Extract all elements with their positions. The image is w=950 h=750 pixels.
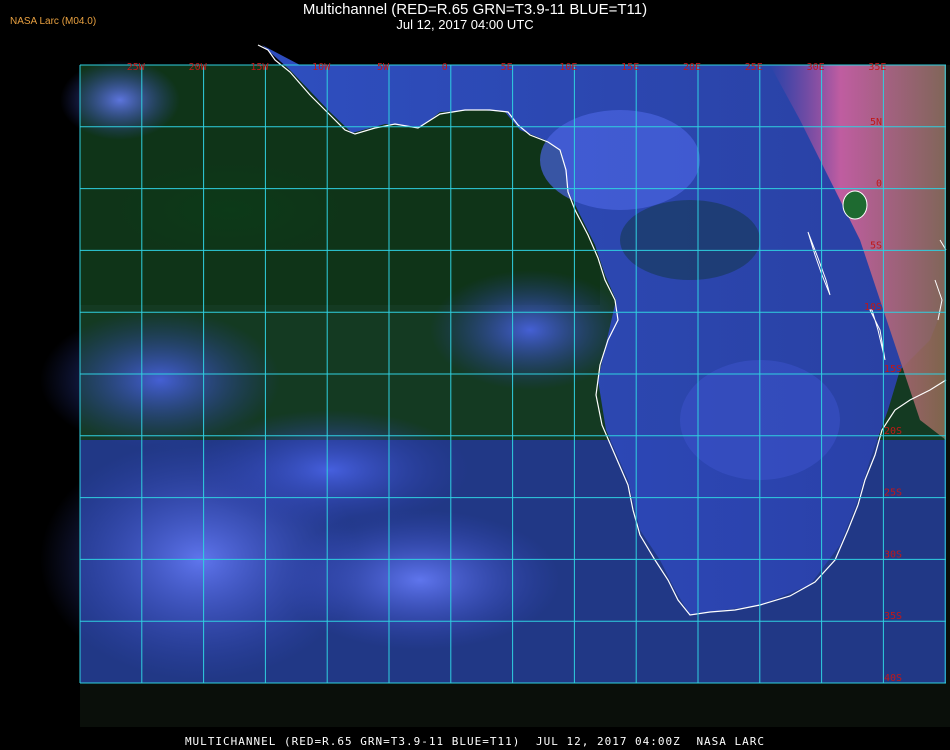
- footer-caption: MULTICHANNEL (RED=R.65 GRN=T3.9-11 BLUE=…: [0, 735, 950, 748]
- footer-datetime: JUL 12, 2017 04:00Z: [535, 735, 681, 748]
- interior-cloud-patch-north: [540, 110, 700, 210]
- longitude-label: 20W: [189, 62, 208, 73]
- clear-ocean-region: [110, 160, 350, 260]
- latitude-label: 35S: [884, 611, 902, 622]
- longitude-label: 0: [442, 62, 448, 73]
- latitude-label: 25S: [884, 488, 902, 499]
- lake-victoria: [842, 190, 868, 220]
- footer-org: NASA LARC: [696, 735, 766, 748]
- longitude-label: 20E: [683, 62, 701, 73]
- longitude-label: 25W: [127, 62, 146, 73]
- latitude-label: 0: [876, 179, 882, 190]
- cloud-patch-nw: [60, 60, 180, 140]
- longitude-label: 15E: [621, 62, 639, 73]
- latitude-label: 30S: [884, 549, 902, 560]
- latitude-label: 5N: [870, 117, 882, 128]
- interior-dark-patch: [620, 200, 760, 280]
- longitude-label: 30E: [807, 62, 825, 73]
- latitude-label: 5S: [870, 240, 882, 251]
- satellite-map: 25W 20W 15W 10W 5W 0 5E 10E 15E 20E 25E 30E 35E 5N 0 5S…: [40, 44, 947, 684]
- longitude-label: 10E: [559, 62, 577, 73]
- longitude-label: 10W: [312, 62, 331, 73]
- longitude-label: 5W: [377, 62, 390, 73]
- cloud-field-west: [40, 310, 280, 450]
- latitude-label: 10S: [864, 302, 882, 313]
- latitude-label: 40S: [884, 673, 902, 684]
- longitude-label: 5E: [501, 62, 513, 73]
- latitude-label: 20S: [884, 426, 902, 437]
- longitude-label: 35E: [868, 62, 886, 73]
- longitude-label: 15W: [250, 62, 269, 73]
- latitude-label: 15S: [884, 364, 902, 375]
- longitude-label: 25E: [745, 62, 763, 73]
- cloud-band-south: [280, 510, 560, 650]
- footer-product: MULTICHANNEL (RED=R.65 GRN=T3.9-11 BLUE=…: [184, 735, 521, 748]
